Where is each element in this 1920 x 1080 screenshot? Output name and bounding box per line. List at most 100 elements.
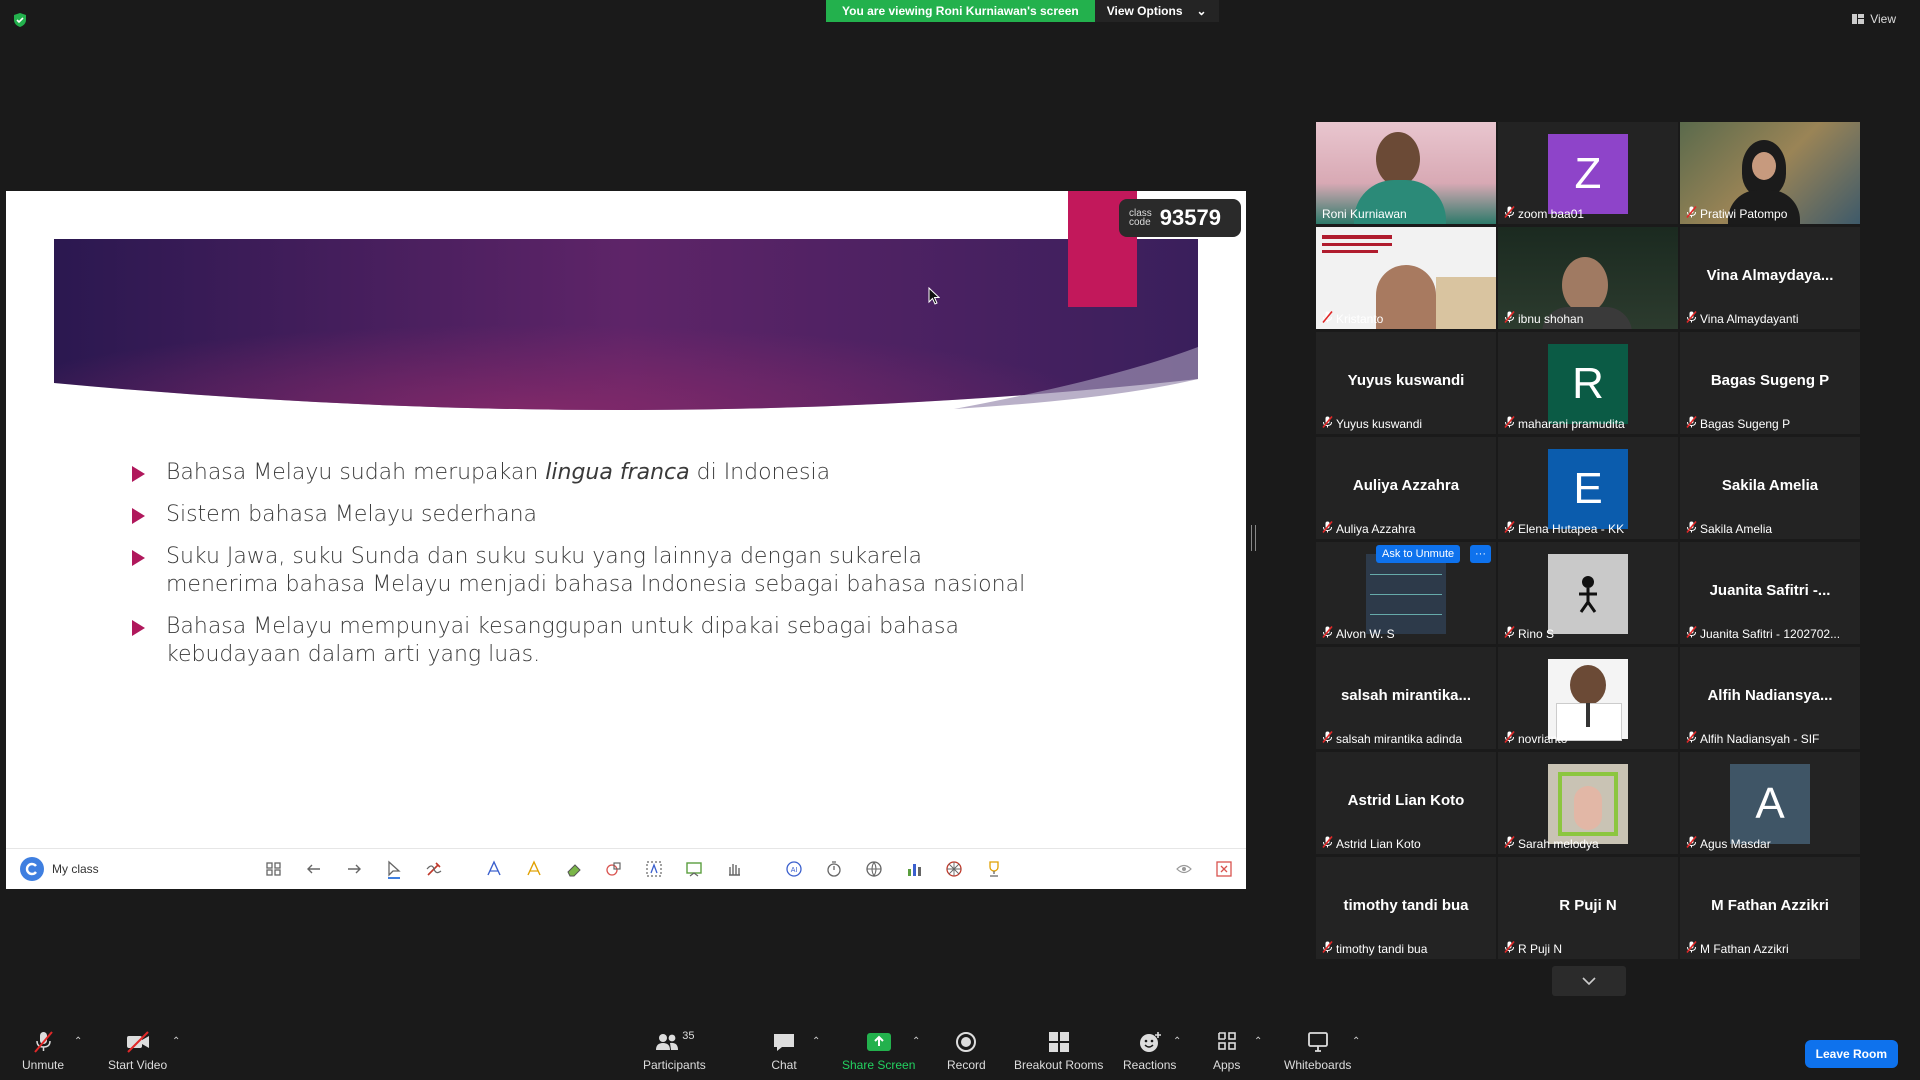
participant-display-name: Bagas Sugeng P [1710,372,1830,389]
reactions-button[interactable]: Reactions [1123,1030,1176,1072]
participant-tile[interactable]: Auliya Azzahra Auliya Azzahra [1316,437,1496,539]
audio-options-caret[interactable]: ⌃ [74,1036,82,1047]
whiteboards-button[interactable]: Whiteboards [1284,1030,1351,1072]
participants-count: 35 [682,1030,695,1042]
participant-tile[interactable]: E Elena Hutapea - KK [1498,437,1678,539]
class-code-badge: class code 93579 [1119,199,1241,237]
encryption-shield-icon[interactable] [12,12,28,28]
reactions-options-caret[interactable]: ⌃ [1173,1036,1181,1047]
muted-microphone-icon [1504,415,1515,431]
breakout-rooms-button[interactable]: Breakout Rooms [1014,1030,1103,1072]
start-video-button[interactable]: Start Video [108,1030,167,1072]
trophy-icon[interactable] [984,859,1004,879]
shapes-icon[interactable] [604,859,624,879]
video-options-caret[interactable]: ⌃ [172,1036,180,1047]
participant-name-label: Elena Hutapea - KK [1504,520,1624,536]
text-box-icon[interactable] [644,859,664,879]
hide-toolbar-icon[interactable] [1174,859,1194,879]
participant-tile[interactable]: salsah mirantika... salsah mirantika adin… [1316,647,1496,749]
participant-tile[interactable]: Roni Kurniawan [1316,122,1496,224]
participant-tile[interactable]: novrianto [1498,647,1678,749]
participant-tile[interactable]: Alfih Nadiansya... Alfih Nadiansyah - SIF [1680,647,1860,749]
participant-tile[interactable]: Rino S [1498,542,1678,644]
view-options-button[interactable]: View Options ⌄ [1094,0,1219,22]
participant-name: Agus Masdar [1700,836,1771,851]
drag-hand-icon[interactable] [724,859,744,879]
participant-tile[interactable]: Astrid Lian Koto Astrid Lian Koto [1316,752,1496,854]
participant-display-name: Yuyus kuswandi [1347,372,1465,389]
participant-display-name: Astrid Lian Koto [1347,792,1465,809]
record-icon [956,1032,977,1052]
ask-to-unmute-button[interactable]: Ask to Unmute [1376,545,1461,563]
participant-name-label: Agus Masdar [1686,835,1771,851]
participant-tile[interactable]: Juanita Safitri -... Juanita Safitri - 12… [1680,542,1860,644]
browser-icon[interactable] [864,859,884,879]
participant-tile[interactable]: ibnu shohan [1498,227,1678,329]
chat-options-caret[interactable]: ⌃ [812,1036,820,1047]
participant-tile[interactable]: R Puji N R Puji N [1498,857,1678,959]
participant-tile[interactable]: Kristanto [1316,227,1496,329]
reactions-label: Reactions [1123,1058,1177,1072]
chevron-down-icon [1582,977,1596,986]
slides-grid-icon[interactable] [264,859,284,879]
participant-tile[interactable]: Sarah melodya [1498,752,1678,854]
participant-tile[interactable]: A Agus Masdar [1680,752,1860,854]
muted-microphone-icon [1686,730,1697,746]
my-class-button[interactable]: My class [20,857,99,881]
panel-resize-handle[interactable] [1251,525,1256,551]
participant-tile[interactable]: Vina Almaydaya... Vina Almaydayanti [1680,227,1860,329]
whiteboards-options-caret[interactable]: ⌃ [1352,1036,1360,1047]
leave-room-button[interactable]: Leave Room [1804,1040,1898,1068]
muted-microphone-icon [1504,310,1515,326]
arrow-left-icon[interactable] [304,859,324,879]
classpoint-logo-icon [20,857,44,881]
participant-name: novrianto [1518,731,1568,746]
bullet-text: Suku Jawa, suku Sunda dan suku suku yang… [166,544,1026,597]
participant-tile[interactable]: Rmaharani pramudita [1498,332,1678,434]
whiteboard-icon[interactable] [684,859,704,879]
participant-tile[interactable]: Bagas Sugeng P Bagas Sugeng P [1680,332,1860,434]
highlighter-icon[interactable] [524,859,544,879]
participant-name: Alvon W. S [1336,626,1395,641]
participant-tile[interactable]: M Fathan Azzikri M Fathan Azzikri [1680,857,1860,959]
participant-name-label: timothy tandi bua [1322,940,1427,956]
tile-more-options-button[interactable]: ··· [1470,545,1491,563]
participant-name-label: M Fathan Azzikri [1686,940,1789,956]
participant-name-label: Alvon W. S [1322,625,1395,641]
participant-tile[interactable]: timothy tandi bua timothy tandi bua [1316,857,1496,959]
chat-button[interactable]: Chat [771,1030,797,1072]
arrow-right-icon[interactable] [344,859,364,879]
view-label: View [1870,12,1896,26]
apps-options-caret[interactable]: ⌃ [1254,1036,1262,1047]
muted-microphone-icon [1686,310,1697,326]
participant-name-label: R Puji N [1504,940,1562,956]
gallery-next-page-button[interactable] [1552,966,1626,996]
participant-name: Yuyus kuswandi [1336,416,1423,431]
participant-tile[interactable]: Zzoom baa01 [1498,122,1678,224]
breakout-rooms-icon [1048,1032,1069,1052]
eraser-icon[interactable] [564,859,584,879]
pointer-icon[interactable] [384,859,404,879]
participants-button[interactable]: 35 Participants [643,1030,706,1072]
pen-icon[interactable] [484,859,504,879]
ai-icon[interactable]: AI [784,859,804,879]
muted-microphone-icon [1504,940,1515,956]
bullet-triangle-icon [132,620,145,636]
random-wheel-icon[interactable] [944,859,964,879]
timer-icon[interactable] [824,859,844,879]
bullet-item: Bahasa Melayu mempunyai kesanggupan untu… [132,613,1032,669]
record-button[interactable]: Record [947,1030,986,1072]
end-slideshow-icon[interactable] [1214,859,1234,879]
poll-chart-icon[interactable] [904,859,924,879]
participant-tile[interactable]: Pratiwi Patompo [1680,122,1860,224]
laser-pen-icon[interactable] [424,859,444,879]
view-button[interactable]: View [1852,12,1896,26]
participant-display-name: Auliya Azzahra [1352,477,1460,494]
participant-tile[interactable]: Yuyus kuswandi Yuyus kuswandi [1316,332,1496,434]
share-screen-button[interactable]: Share Screen [842,1030,915,1072]
participant-display-name: Sakila Amelia [1721,477,1819,494]
participant-tile[interactable]: Sakila Amelia Sakila Amelia [1680,437,1860,539]
share-options-caret[interactable]: ⌃ [912,1036,920,1047]
apps-button[interactable]: Apps [1213,1030,1240,1072]
unmute-button[interactable]: Unmute [22,1030,64,1072]
